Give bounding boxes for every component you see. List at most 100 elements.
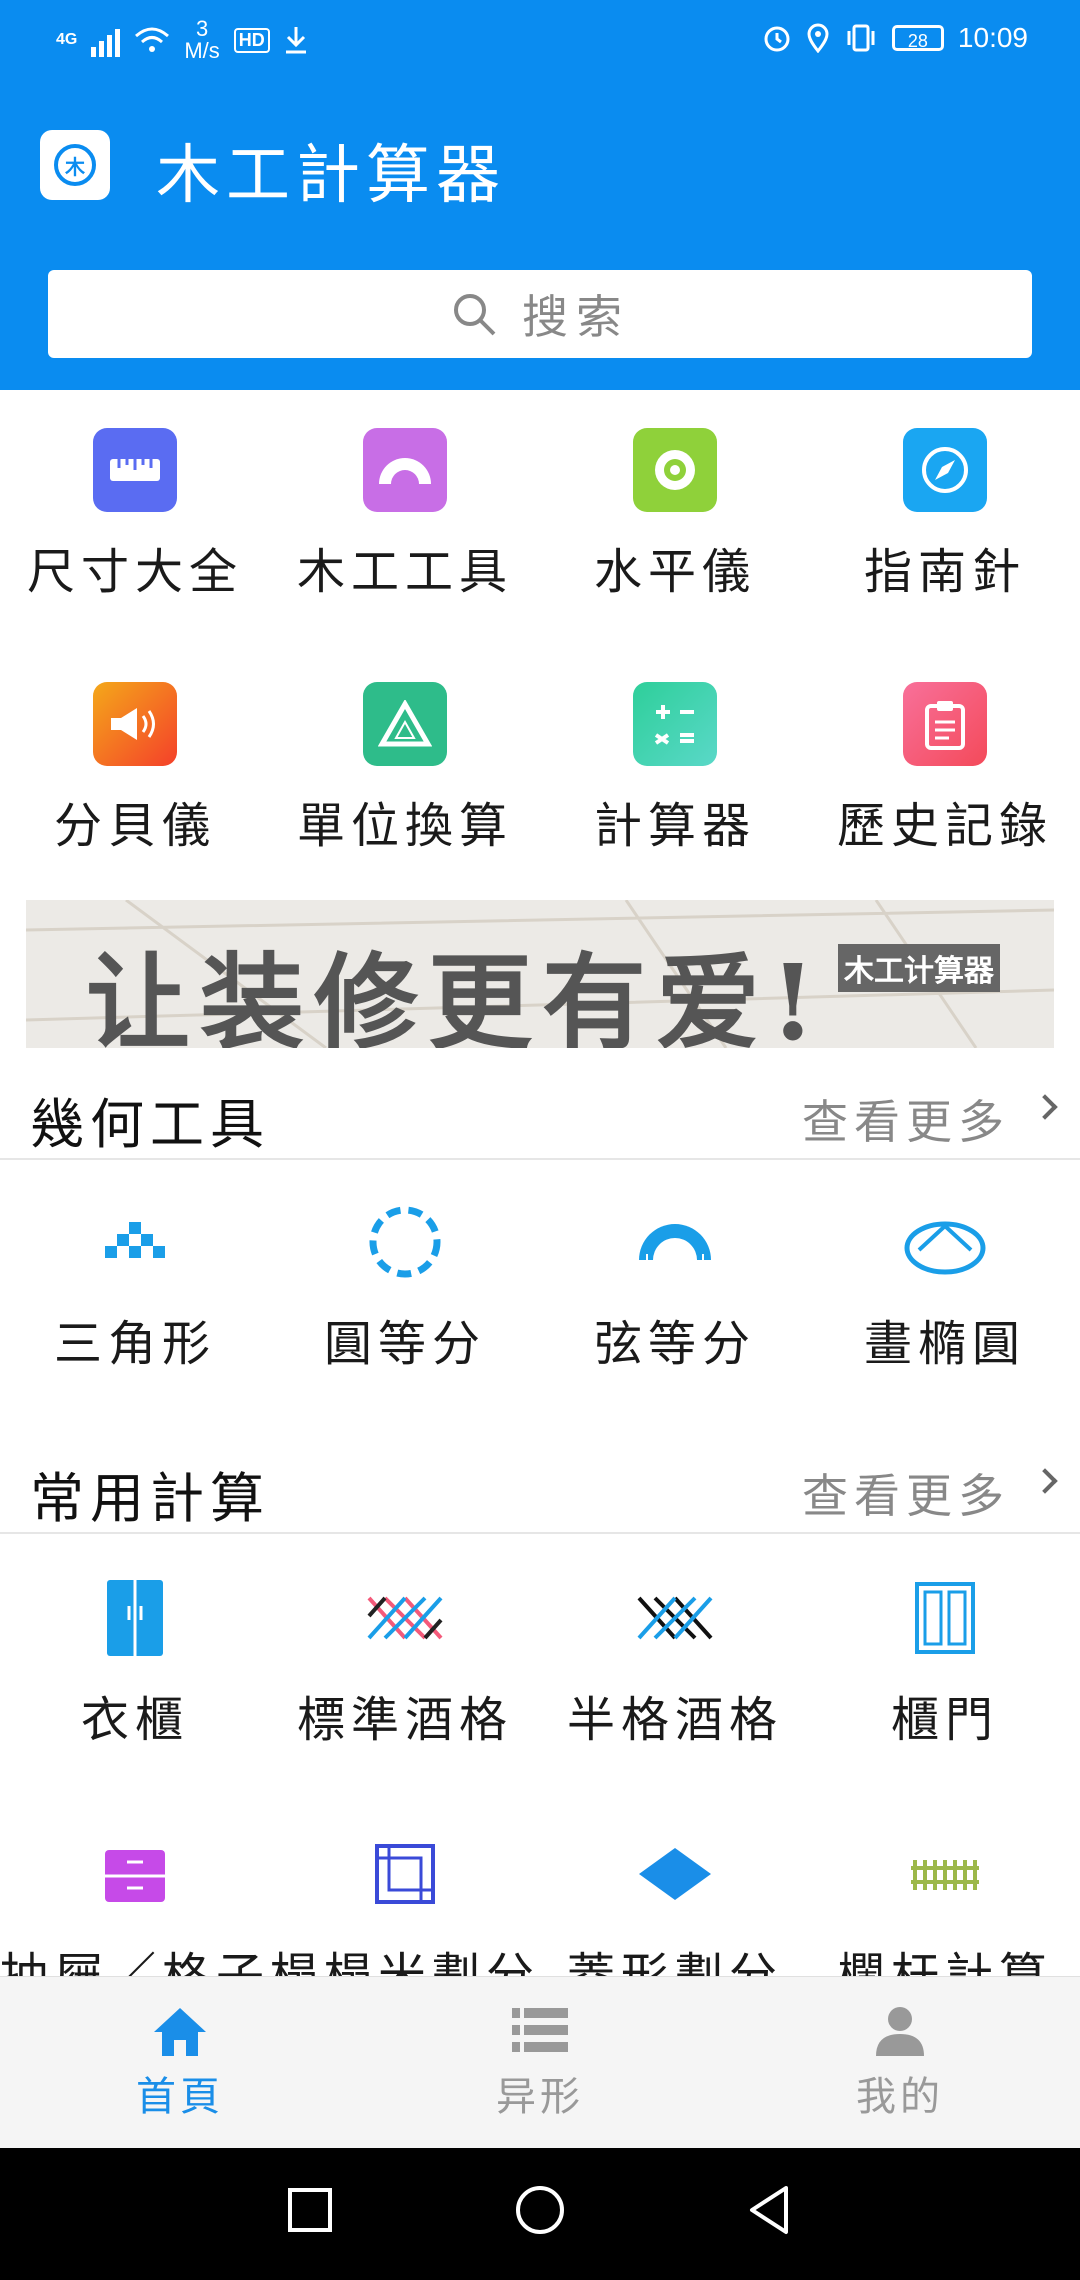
tool-label: 弦等分 (593, 1316, 756, 1372)
geometry-ellipse[interactable]: 畫橢圓 (810, 1200, 1080, 1374)
tab-label: 首頁 (136, 2074, 224, 2120)
app-title: 木工計算器 (156, 139, 506, 213)
home-icon (154, 2008, 206, 2056)
calc-wine-rack[interactable]: 標準酒格 (270, 1576, 540, 1750)
app-logo: 木 (40, 130, 110, 200)
wardrobe-icon (107, 1580, 163, 1656)
search-placeholder: 搜索 (522, 290, 630, 344)
tab-profile[interactable]: 我的 (720, 1977, 1080, 2149)
fence-icon (911, 1860, 979, 1890)
triangle-dots-icon (105, 1222, 165, 1258)
tool-history[interactable]: 歷史記錄 (810, 682, 1080, 856)
tool-ruler[interactable]: 尺寸大全 (0, 428, 270, 602)
tool-compass[interactable]: 指南針 (810, 428, 1080, 602)
tool-unit-convert[interactable]: 單位換算 (270, 682, 540, 856)
tool-label: 計算器 (593, 798, 756, 854)
geometry-grid: 三角形 圓等分 弦等分 畫橢圓 (0, 1200, 1080, 1374)
app-header: 4G 3 M/s HD 28 10:09 木 木工計算器 搜索 (0, 0, 1080, 390)
tab-label: 异形 (496, 2074, 584, 2120)
banner-tag: 木工计算器 (838, 944, 1000, 992)
calc-wardrobe[interactable]: 衣櫃 (0, 1576, 270, 1750)
geometry-circle-divide[interactable]: 圓等分 (270, 1200, 540, 1374)
wine-rack-icon (367, 1596, 443, 1640)
tool-label: 歷史記錄 (836, 798, 1053, 854)
tool-label: 木工工具 (296, 544, 513, 600)
section-title: 常用計算 (30, 1467, 270, 1530)
logo-mark: 木 (54, 144, 96, 186)
network-type: 4G (56, 31, 78, 48)
tool-label: 指南針 (863, 544, 1026, 600)
tool-label: 圓等分 (323, 1316, 486, 1372)
tool-calculator[interactable]: 計算器 (540, 682, 810, 856)
location-icon (807, 23, 829, 53)
tool-label: 抽屜／格子 (0, 1948, 271, 1976)
ruler-icon (93, 428, 177, 512)
home-button[interactable] (512, 2182, 568, 2238)
tool-label: 畫橢圓 (863, 1316, 1026, 1372)
bottom-tab-bar: 首頁 异形 我的 (0, 1976, 1080, 2149)
calc-diamond[interactable]: 菱形劃分 (540, 1840, 810, 1976)
tool-decibel[interactable]: 分貝儀 (0, 682, 270, 856)
tab-label: 我的 (856, 2074, 944, 2120)
geometry-chord-divide[interactable]: 弦等分 (540, 1200, 810, 1374)
tab-special-shape[interactable]: 异形 (360, 1977, 720, 2149)
tab-home[interactable]: 首頁 (0, 1977, 360, 2149)
banner-slogan: 让装修更有爱! (86, 941, 826, 1048)
megaphone-icon (93, 682, 177, 766)
common-grid-row-2: 抽屜／格子 榻榻米劃分 菱形劃分 欄杆計算 (0, 1840, 1080, 1976)
level-icon (633, 428, 717, 512)
clipboard-icon (903, 682, 987, 766)
compass-icon (903, 428, 987, 512)
tool-label: 水平儀 (593, 544, 756, 600)
chevron-right-icon[interactable] (1032, 1094, 1058, 1120)
protractor-icon (363, 428, 447, 512)
wifi-icon (135, 27, 170, 52)
tatami-icon (375, 1844, 435, 1904)
hd-badge: HD (233, 27, 270, 53)
tool-carpentry[interactable]: 木工工具 (270, 428, 540, 602)
tool-label: 衣櫃 (80, 1692, 189, 1748)
calc-fence[interactable]: 欄杆計算 (810, 1840, 1080, 1976)
geometry-triangle[interactable]: 三角形 (0, 1200, 270, 1374)
calc-tatami[interactable]: 榻榻米劃分 (270, 1840, 540, 1976)
ellipse-icon (904, 1221, 986, 1275)
tool-label: 菱形劃分 (566, 1948, 783, 1976)
tool-grid-row-1: 尺寸大全 木工工具 水平儀 指南針 (0, 428, 1080, 602)
tool-label: 單位換算 (296, 798, 513, 854)
promo-banner[interactable]: 让装修更有爱! 木工计算器 (26, 900, 1054, 1048)
recent-apps-button[interactable] (282, 2182, 338, 2238)
system-nav-bar (0, 2148, 1080, 2280)
geometry-section-header: 幾何工具 查看更多 (0, 1068, 1080, 1160)
calculator-icon (633, 682, 717, 766)
calc-half-wine-rack[interactable]: 半格酒格 (540, 1576, 810, 1750)
tool-label: 三角形 (53, 1316, 216, 1372)
chevron-right-icon[interactable] (1032, 1468, 1058, 1494)
tool-level[interactable]: 水平儀 (540, 428, 810, 602)
tool-label: 榻榻米劃分 (270, 1948, 541, 1976)
diamond-icon (639, 1848, 711, 1900)
vibrate-icon (847, 24, 875, 52)
alarm-icon (764, 26, 790, 52)
battery-icon: 28 (891, 25, 944, 51)
tool-label: 半格酒格 (566, 1692, 783, 1748)
see-more-link[interactable]: 查看更多 (802, 1460, 1010, 1526)
tool-label: 尺寸大全 (26, 544, 243, 600)
common-grid-row-1: 衣櫃 標準酒格 半格酒格 櫃門 (0, 1576, 1080, 1750)
back-button[interactable] (742, 2182, 798, 2238)
see-more-link[interactable]: 查看更多 (802, 1086, 1010, 1152)
tool-grid-row-2: 分貝儀 單位換算 計算器 歷史記錄 (0, 682, 1080, 856)
calc-cabinet-door[interactable]: 櫃門 (810, 1576, 1080, 1750)
section-title: 幾何工具 (30, 1093, 270, 1156)
tool-label: 分貝儀 (53, 798, 216, 854)
cabinet-door-icon (915, 1582, 975, 1654)
person-icon (876, 2007, 924, 2056)
clock: 10:09 (957, 22, 1028, 53)
recycle-triangle-icon (363, 682, 447, 766)
half-wine-rack-icon (637, 1596, 713, 1640)
status-bar: 4G 3 M/s HD 28 10:09 (0, 0, 1080, 90)
common-section-header: 常用計算 查看更多 (0, 1442, 1080, 1534)
search-bar[interactable]: 搜索 (48, 270, 1032, 358)
tool-label: 欄杆計算 (836, 1948, 1053, 1976)
calc-drawer[interactable]: 抽屜／格子 (0, 1840, 270, 1976)
network-speed: 3 M/s (184, 16, 220, 63)
